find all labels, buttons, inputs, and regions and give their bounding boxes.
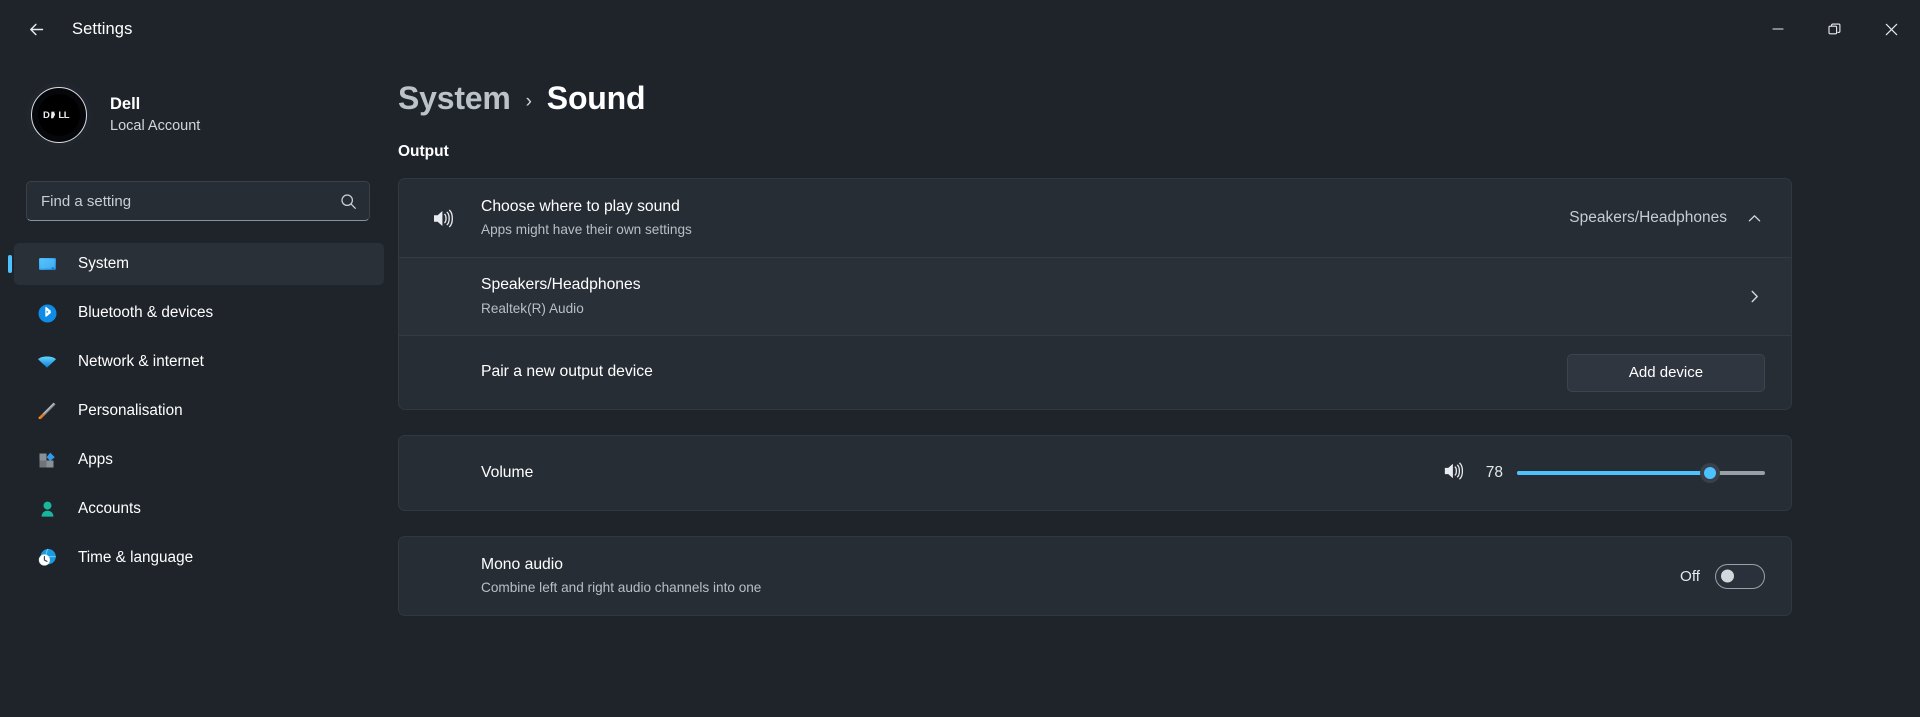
toggle-knob bbox=[1721, 569, 1734, 583]
main-content: System › Sound Output Choose where to pl… bbox=[398, 58, 1920, 717]
sidebar-item-label: Time & language bbox=[78, 549, 194, 566]
avatar: D LL bbox=[31, 87, 87, 143]
mono-audio-toggle[interactable] bbox=[1715, 563, 1765, 589]
output-device-title: Speakers/Headphones bbox=[481, 276, 641, 294]
svg-text:LL: LL bbox=[58, 110, 69, 121]
dell-logo-avatar: D LL bbox=[38, 94, 80, 136]
breadcrumb-parent[interactable]: System bbox=[398, 80, 511, 117]
sidebar-item-label: Bluetooth & devices bbox=[78, 304, 214, 321]
chevron-right-icon[interactable] bbox=[1743, 286, 1765, 308]
search-input[interactable] bbox=[41, 192, 340, 210]
svg-text:D: D bbox=[43, 110, 50, 121]
clock-globe-icon bbox=[36, 547, 58, 569]
monitor-icon bbox=[36, 253, 58, 275]
minimize-button[interactable] bbox=[1749, 0, 1806, 58]
mono-audio-text: Mono audio Combine left and right audio … bbox=[481, 555, 1680, 597]
mono-audio-row: Mono audio Combine left and right audio … bbox=[399, 537, 1791, 615]
speaker-icon bbox=[425, 206, 459, 231]
output-device-right bbox=[1743, 286, 1765, 308]
sidebar-item-accounts[interactable]: Accounts bbox=[14, 488, 384, 530]
sidebar-item-label: Network & internet bbox=[78, 353, 204, 370]
volume-control-group: 78 bbox=[1441, 459, 1765, 488]
wifi-icon bbox=[36, 351, 58, 373]
restore-button[interactable] bbox=[1806, 0, 1863, 58]
sidebar-nav: System Bluetooth & devices Network & int… bbox=[0, 243, 398, 579]
slider-thumb[interactable] bbox=[1700, 463, 1721, 483]
person-icon bbox=[36, 498, 58, 520]
volume-row: Volume 78 bbox=[399, 436, 1791, 510]
output-device-row[interactable]: Speakers/Headphones Realtek(R) Audio bbox=[399, 257, 1791, 335]
output-device-text: Speakers/Headphones Realtek(R) Audio bbox=[481, 275, 1743, 317]
account-text: Dell Local Account bbox=[110, 93, 200, 137]
speaker-icon bbox=[1441, 459, 1465, 488]
choose-output-title: Choose where to play sound bbox=[481, 197, 680, 215]
sidebar-item-label: Accounts bbox=[78, 500, 141, 517]
sidebar-item-label: Apps bbox=[78, 451, 113, 468]
paintbrush-icon bbox=[36, 400, 58, 422]
mono-audio-card: Mono audio Combine left and right audio … bbox=[398, 536, 1792, 616]
sidebar-item-personalisation[interactable]: Personalisation bbox=[14, 390, 384, 432]
sidebar-item-apps[interactable]: Apps bbox=[14, 439, 384, 481]
account-name: Dell bbox=[110, 95, 141, 114]
close-button[interactable] bbox=[1863, 0, 1920, 58]
chevron-up-icon[interactable] bbox=[1743, 207, 1765, 229]
volume-title: Volume bbox=[481, 463, 534, 481]
volume-text: Volume bbox=[481, 463, 1441, 483]
breadcrumb-separator-icon: › bbox=[525, 91, 532, 112]
sidebar-item-bluetooth-devices[interactable]: Bluetooth & devices bbox=[14, 292, 384, 334]
sidebar-item-network-internet[interactable]: Network & internet bbox=[14, 341, 384, 383]
page-title: Sound bbox=[546, 80, 646, 116]
output-card: Choose where to play sound Apps might ha… bbox=[398, 178, 1792, 410]
bluetooth-icon bbox=[36, 302, 58, 324]
minimize-icon bbox=[1771, 28, 1784, 30]
output-device-subtitle: Realtek(R) Audio bbox=[481, 300, 584, 316]
mono-audio-state-label: Off bbox=[1680, 567, 1700, 585]
pair-output-device-right: Add device bbox=[1567, 353, 1765, 392]
apps-icon bbox=[36, 449, 58, 471]
slider-fill bbox=[1517, 471, 1711, 475]
sidebar-item-label: Personalisation bbox=[78, 402, 183, 419]
pair-output-device-row: Pair a new output device Add device bbox=[399, 335, 1791, 409]
sidebar-item-label: System bbox=[78, 255, 129, 272]
account-type: Local Account bbox=[110, 118, 201, 135]
app-title: Settings bbox=[72, 19, 133, 38]
mono-audio-toggle-group: Off bbox=[1680, 563, 1765, 589]
mono-audio-subtitle: Combine left and right audio channels in… bbox=[481, 580, 762, 596]
back-arrow-icon bbox=[29, 23, 43, 35]
sidebar-item-system[interactable]: System bbox=[14, 243, 384, 285]
pair-output-device-title: Pair a new output device bbox=[481, 363, 653, 381]
search-icon bbox=[341, 193, 356, 209]
avatar-glow: D LL bbox=[26, 82, 92, 148]
choose-output-row[interactable]: Choose where to play sound Apps might ha… bbox=[399, 179, 1791, 257]
window-controls bbox=[1749, 0, 1920, 58]
sidebar-item-time-language[interactable]: Time & language bbox=[14, 537, 384, 579]
volume-slider[interactable] bbox=[1517, 462, 1765, 484]
sidebar: D LL Dell Local Account Find a setting S… bbox=[0, 58, 398, 717]
back-button[interactable] bbox=[14, 10, 58, 48]
choose-output-subtitle: Apps might have their own settings bbox=[481, 222, 692, 238]
account-block[interactable]: D LL Dell Local Account bbox=[26, 82, 398, 148]
volume-value: 78 bbox=[1485, 464, 1503, 481]
pair-output-device-text: Pair a new output device bbox=[481, 362, 1567, 382]
volume-card: Volume 78 bbox=[398, 435, 1792, 511]
choose-output-text: Choose where to play sound Apps might ha… bbox=[481, 197, 1569, 239]
output-section-label: Output bbox=[398, 143, 449, 160]
restore-icon bbox=[1828, 23, 1841, 34]
choose-output-value: Speakers/Headphones bbox=[1569, 209, 1727, 226]
add-device-button[interactable]: Add device bbox=[1567, 353, 1765, 392]
mono-audio-title: Mono audio bbox=[481, 555, 563, 573]
close-icon bbox=[1885, 23, 1898, 35]
title-bar: Settings bbox=[0, 0, 1920, 58]
breadcrumb: System › Sound bbox=[398, 80, 1920, 117]
choose-output-right: Speakers/Headphones bbox=[1569, 207, 1765, 229]
search-box[interactable] bbox=[26, 181, 370, 221]
